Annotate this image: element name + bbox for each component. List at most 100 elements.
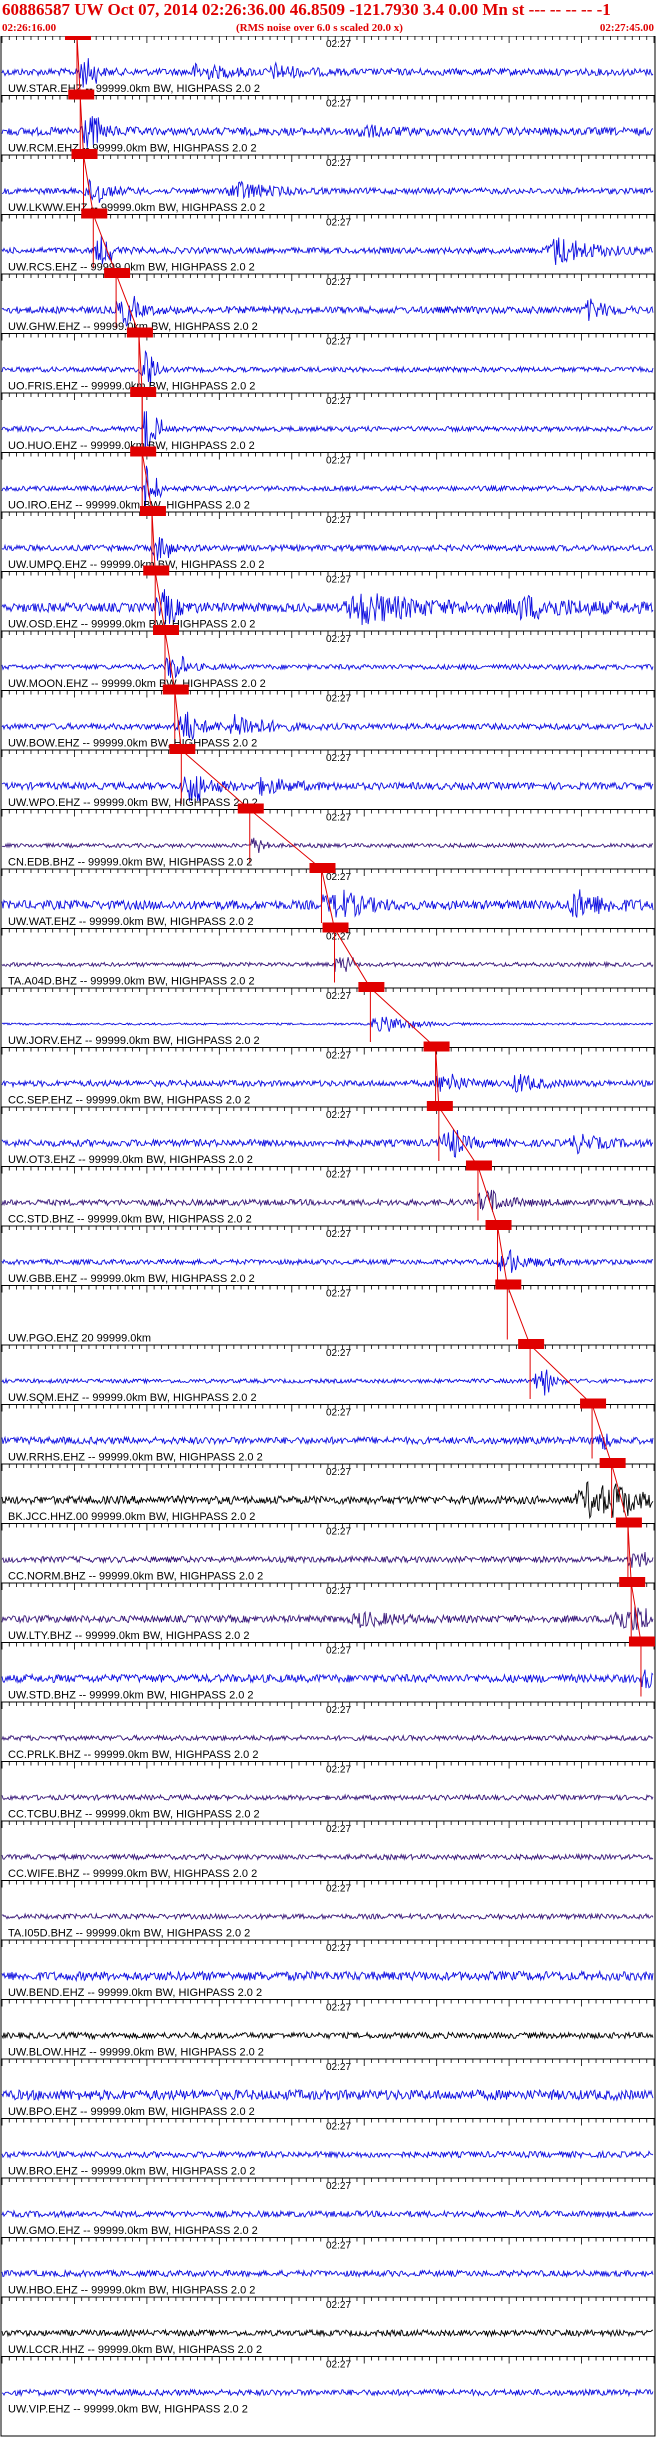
minute-tick-label: 02:27 bbox=[326, 2003, 351, 2014]
minute-tick-label: 02:27 bbox=[326, 634, 351, 645]
pick-marker bbox=[162, 684, 189, 695]
minute-tick-label: 02:27 bbox=[326, 1289, 351, 1300]
pick-marker bbox=[130, 446, 157, 457]
waveform bbox=[1, 1129, 654, 1158]
minute-tick-label: 02:27 bbox=[326, 2181, 351, 2192]
pick-marker bbox=[628, 1636, 655, 1647]
channel-label: UW.OT3.EHZ -- 99999.0km BW, HIGHPASS 2.0… bbox=[8, 1154, 253, 1166]
waveform bbox=[1, 1852, 654, 1862]
trace-row: 02:27 UW.BLOW.HHZ -- 99999.0km BW, HIGHPA… bbox=[1, 1999, 655, 2059]
minute-tick-label: 02:27 bbox=[326, 2300, 351, 2311]
trace-row: 02:27UO.HUO.EHZ -- 99999.0km BW, HIGHPAS… bbox=[1, 387, 655, 454]
waveform bbox=[1, 1073, 654, 1093]
pick-marker bbox=[153, 625, 179, 635]
trace-row: 02:27 UW.OSD.EHZ -- 99999.0km BW, HIGHPAS… bbox=[1, 565, 655, 631]
waveform bbox=[1, 2031, 654, 2041]
pick-marker bbox=[358, 982, 385, 992]
channel-label: CC.PRLK.BHZ -- 99999.0km BW, HIGHPASS 2.… bbox=[8, 1749, 258, 1761]
waveform bbox=[1, 1606, 654, 1631]
pick-marker bbox=[130, 387, 157, 397]
channel-label: UW.WAT.EHZ -- 99999.0km BW, HIGHPASS 2.0… bbox=[8, 916, 254, 928]
trace-row: 02:27 UW.OT3.EHZ -- 99999.0km BW, HIGHPAS… bbox=[1, 1101, 655, 1166]
channel-label: CC.SEP.EHZ -- 99999.0km BW, HIGHPASS 2.0… bbox=[8, 1095, 250, 1107]
channel-label: UO.IRO.EHZ -- 99999.0km BW, HIGHPASS 2.0… bbox=[8, 500, 250, 512]
pick-marker bbox=[126, 327, 153, 338]
channel-label: UW.BLOW.HHZ -- 99999.0km BW, HIGHPASS 2.… bbox=[8, 2047, 264, 2059]
channel-label: UW.OSD.EHZ -- 99999.0km BW, HIGHPASS 2.0… bbox=[8, 619, 255, 631]
trace-row: 02:27 UW.LCCR.HHZ -- 99999.0km BW, HIGHPA… bbox=[1, 2296, 655, 2356]
waveform bbox=[1, 957, 654, 972]
channel-label: UW.RCM.EHZ -- 99999.0km BW, HIGHPASS 2.0… bbox=[8, 143, 257, 155]
pick-marker bbox=[68, 89, 95, 100]
channel-label: UW.BOW.EHZ -- 99999.0km BW, HIGHPASS 2.0… bbox=[8, 738, 257, 750]
trace-row: 02:27 CC.PRLK.BHZ -- 99999.0km BW, HIGHPA… bbox=[1, 1701, 655, 1761]
pick-marker bbox=[64, 36, 91, 40]
trace-row: 02:27 UW.BOW.EHZ -- 99999.0km BW, HIGHPAS… bbox=[1, 684, 655, 750]
plot-header: 60886587 UW Oct 07, 2014 02:26:36.00 46.… bbox=[0, 0, 656, 36]
minute-tick-label: 02:27 bbox=[326, 1051, 351, 1062]
channel-label: UW.HBO.EHZ -- 99999.0km BW, HIGHPASS 2.0… bbox=[8, 2285, 255, 2297]
pick-marker bbox=[619, 1577, 646, 1587]
minute-tick-label: 02:27 bbox=[326, 337, 351, 348]
end-time-label: 02:27:45.00 bbox=[599, 22, 654, 34]
minute-tick-label: 02:27 bbox=[326, 813, 351, 824]
minute-tick-label: 02:27 bbox=[326, 456, 351, 467]
channel-label: UW.VIP.EHZ -- 99999.0km BW, HIGHPASS 2.0… bbox=[8, 2404, 248, 2416]
trace-row: 02:27 UW.WAT.EHZ -- 99999.0km BW, HIGHPAS… bbox=[1, 863, 655, 928]
trace-row: 02:27 UW.STD.BHZ -- 99999.0km BW, HIGHPAS… bbox=[1, 1636, 655, 1702]
minute-tick-label: 02:27 bbox=[326, 1527, 351, 1538]
channel-label: UW.BEND.EHZ -- 99999.0km BW, HIGHPASS 2.… bbox=[8, 1987, 262, 1999]
rms-note: (RMS noise over 6.0 s scaled 20.0 x) bbox=[236, 22, 403, 34]
channel-label: CN.EDB.BHZ -- 99999.0km BW, HIGHPASS 2.0… bbox=[8, 857, 252, 869]
channel-label: TA.I05D.BHZ -- 99999.0km BW, HIGHPASS 2.… bbox=[8, 1928, 250, 1940]
trace-row: 02:27 CC.STD.BHZ -- 99999.0km BW, HIGHPAS… bbox=[1, 1160, 655, 1226]
trace-row: 02:27 UW.JORV.EHZ -- 99999.0km BW, HIGHPA… bbox=[1, 982, 655, 1047]
pick-marker bbox=[485, 1220, 512, 1230]
waveform bbox=[1, 2088, 654, 2102]
waveform bbox=[1, 2149, 654, 2160]
pick-marker bbox=[426, 1101, 453, 1111]
pick-marker bbox=[615, 1517, 642, 1528]
pick-marker bbox=[518, 1339, 545, 1349]
minute-tick-label: 02:27 bbox=[326, 694, 351, 705]
start-time-label: 02:26:16.00 bbox=[2, 22, 57, 34]
waveform bbox=[1, 2209, 654, 2219]
channel-label: UW.JORV.EHZ -- 99999.0km BW, HIGHPASS 2.… bbox=[8, 1035, 260, 1047]
trace-row: 02:27 BK.JCC.HHZ.00 99999.0km BW, HIGHPAS… bbox=[1, 1458, 655, 1523]
minute-tick-label: 02:27 bbox=[326, 2122, 351, 2133]
trace-row: 02:27 CC.WIFE.BHZ -- 99999.0km BW, HIGHPA… bbox=[1, 1820, 655, 1880]
channel-label: UW.LCCR.HHZ -- 99999.0km BW, HIGHPASS 2.… bbox=[8, 2344, 262, 2356]
minute-tick-label: 02:27 bbox=[326, 39, 351, 50]
waveform bbox=[1, 178, 654, 203]
minute-tick-label: 02:27 bbox=[326, 1110, 351, 1121]
pick-marker bbox=[71, 149, 98, 159]
minute-tick-label: 02:27 bbox=[326, 1646, 351, 1657]
minute-tick-label: 02:27 bbox=[326, 1170, 351, 1181]
minute-tick-label: 02:27 bbox=[326, 1408, 351, 1419]
channel-label: CC.NORM.BHZ -- 99999.0km BW, HIGHPASS 2.… bbox=[8, 1571, 263, 1583]
waveform bbox=[1, 1734, 654, 1742]
minute-tick-label: 02:27 bbox=[326, 1765, 351, 1776]
channel-label: TA.A04D.BHZ -- 99999.0km BW, HIGHPASS 2.… bbox=[8, 976, 255, 988]
channel-label: UW.UMPQ.EHZ -- 99999.0km BW, HIGHPASS 2.… bbox=[8, 559, 265, 571]
waveform bbox=[1, 711, 654, 740]
waveform bbox=[1, 2388, 654, 2398]
waveform bbox=[1, 1433, 654, 1450]
minute-tick-label: 02:27 bbox=[326, 2360, 351, 2371]
waveform bbox=[1, 889, 654, 918]
waveform bbox=[1, 655, 654, 679]
minute-tick-label: 02:27 bbox=[326, 2062, 351, 2073]
trace-row: 02:27 CC.TCBU.BHZ -- 99999.0km BW, HIGHPA… bbox=[1, 1761, 655, 1821]
channel-label: UW.SQM.EHZ -- 99999.0km BW, HIGHPASS 2.0… bbox=[8, 1392, 257, 1404]
trace-row: 02:27 UW.WPO.EHZ -- 99999.0km BW, HIGHPAS… bbox=[1, 744, 655, 809]
waveform bbox=[1, 1248, 654, 1273]
minute-tick-label: 02:27 bbox=[326, 158, 351, 169]
pick-marker bbox=[143, 565, 170, 576]
minute-tick-label: 02:27 bbox=[326, 1943, 351, 1954]
trace-row: 02:27 UW.RCS.EHZ -- 99999.0km BW, HIGHPAS… bbox=[1, 208, 655, 274]
waveform bbox=[1, 1016, 654, 1032]
trace-row: 02:27 TA.I05D.BHZ -- 99999.0km BW, HIGHPA… bbox=[1, 1880, 655, 1940]
trace-row: 02:27 UW.SQM.EHZ -- 99999.0km BW, HIGHPAS… bbox=[1, 1339, 655, 1404]
channel-label: UW.STAR.EHZ -- 99999.0km BW, HIGHPASS 2.… bbox=[8, 83, 260, 95]
trace-row: 02:27 UW.BRO.EHZ -- 99999.0km BW, HIGHPAS… bbox=[1, 2118, 655, 2178]
